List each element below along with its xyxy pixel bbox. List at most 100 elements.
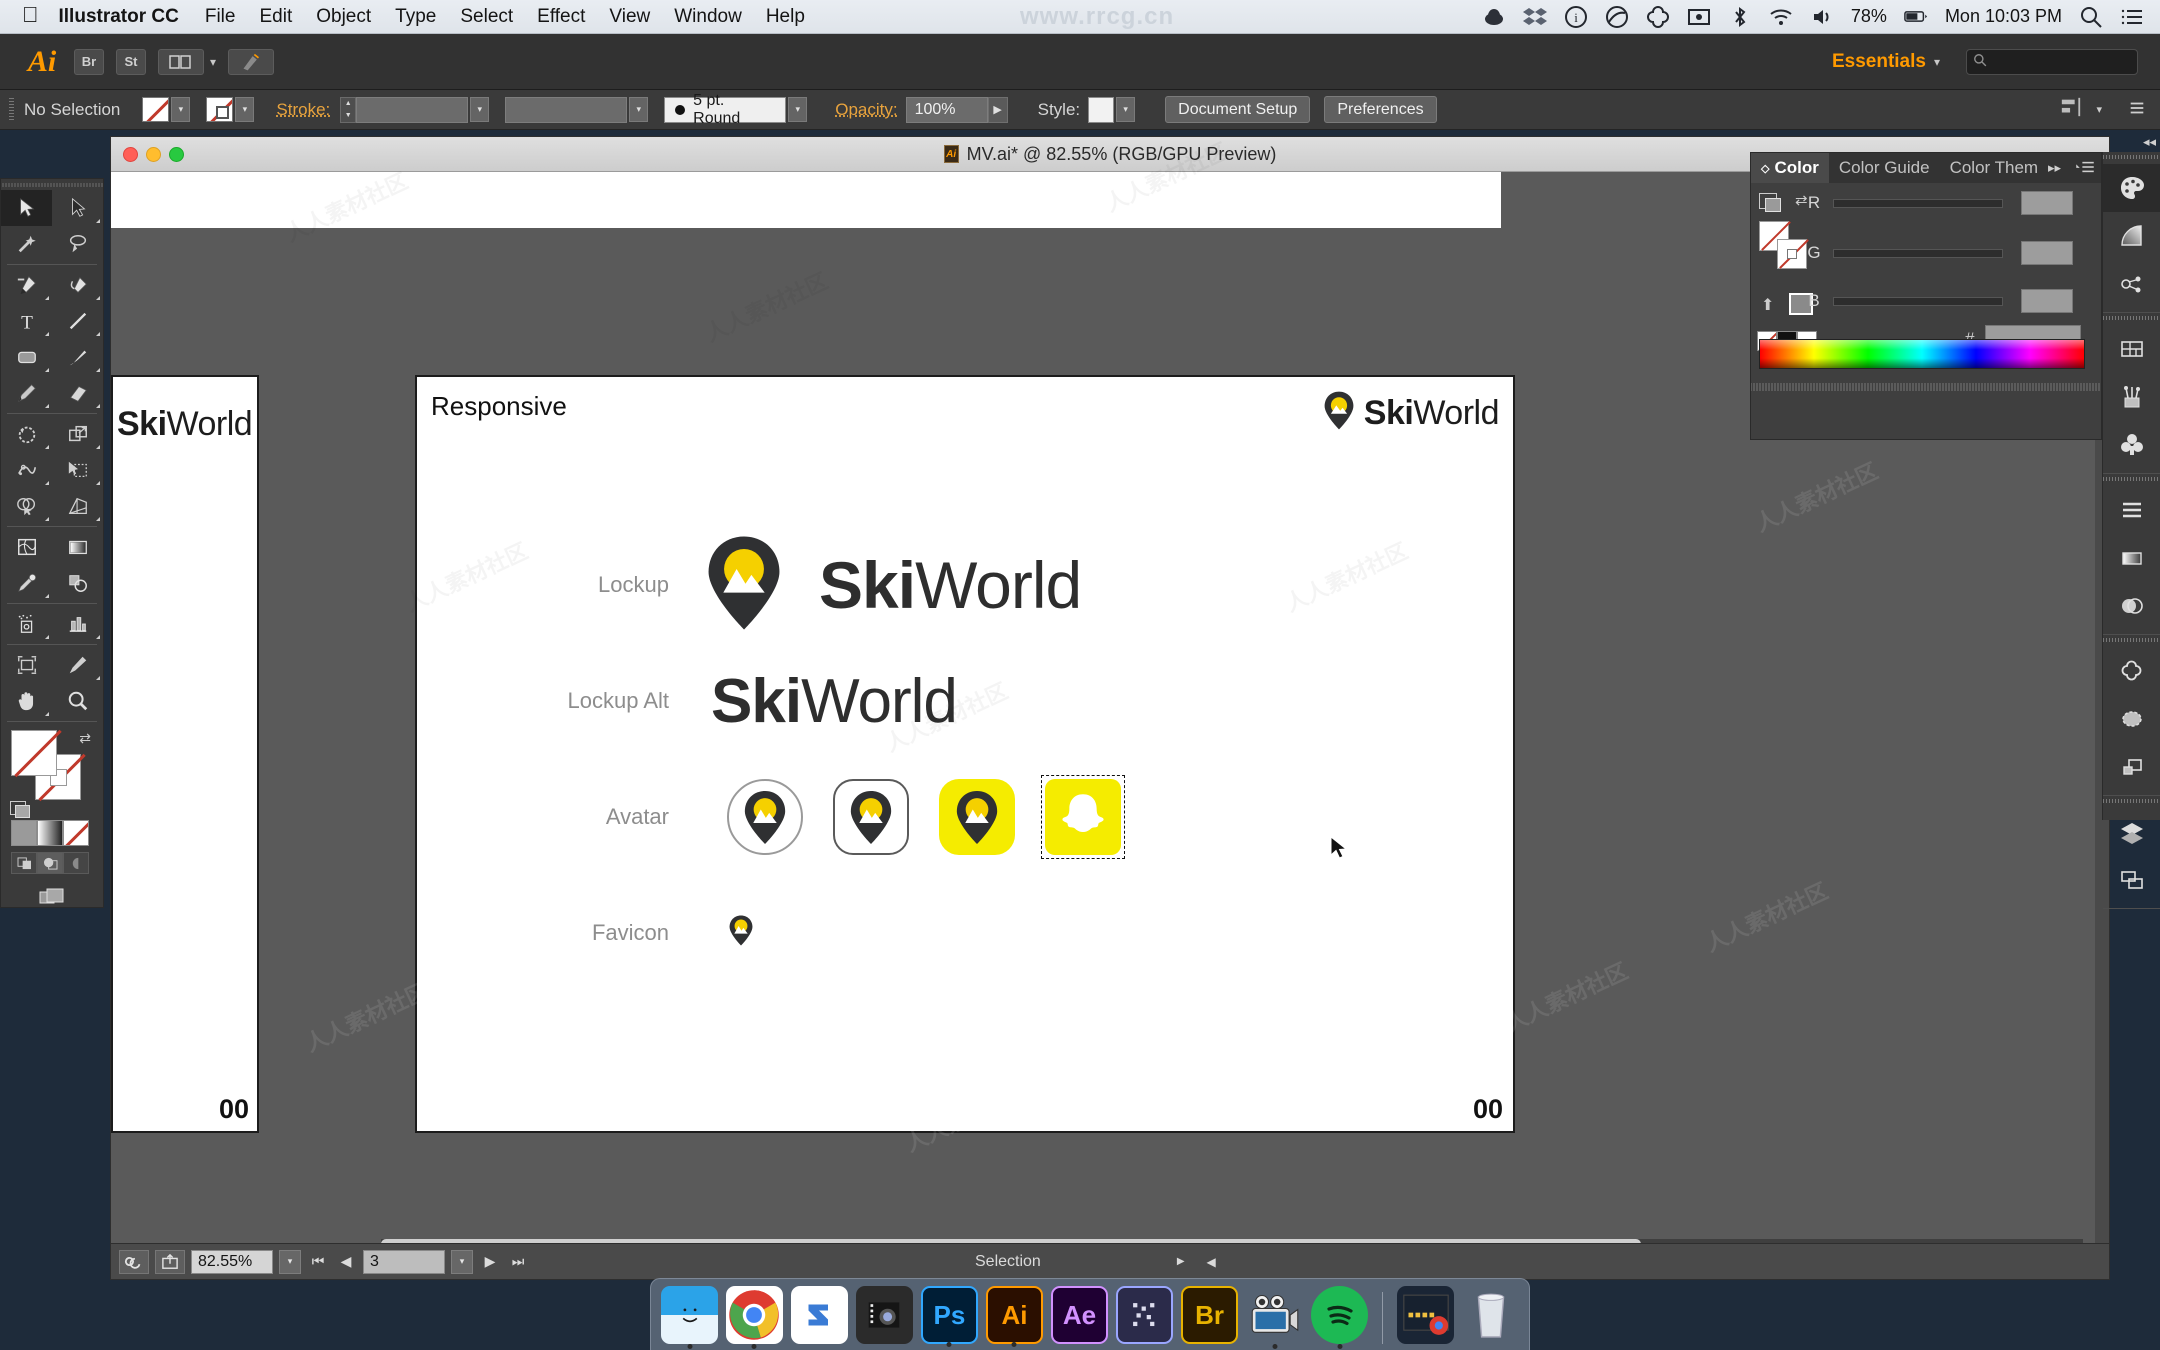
panel-group-grip[interactable]: [2103, 474, 2160, 484]
scroll-left-arrow-icon[interactable]: ◀: [1207, 1255, 1216, 1269]
opacity-label[interactable]: Opacity:: [835, 100, 897, 120]
graphic-style-control[interactable]: ▾: [1088, 96, 1136, 123]
dock-spotify[interactable]: [1311, 1286, 1369, 1349]
stroke-dropdown-caret-icon[interactable]: ▾: [235, 97, 255, 122]
curvature-tool[interactable]: [52, 267, 103, 303]
eyedropper-tool[interactable]: [1, 565, 52, 601]
dock-trash[interactable]: [1462, 1286, 1519, 1344]
adobe-stock-button[interactable]: St: [116, 48, 146, 75]
bluetooth-icon[interactable]: [1728, 5, 1752, 29]
menu-select[interactable]: Select: [448, 6, 525, 28]
favicon-content[interactable]: [729, 915, 753, 951]
go-to-bridge-button[interactable]: Br: [74, 48, 104, 75]
dock-quicktime-player[interactable]: [1246, 1286, 1303, 1349]
next-artboard-button[interactable]: ▶: [479, 1253, 501, 1270]
convert-to-global-icon[interactable]: ⬆: [1761, 295, 1774, 315]
align-panel-icon[interactable]: [2103, 486, 2160, 534]
menu-help[interactable]: Help: [754, 6, 817, 28]
gradient-mode-button[interactable]: [37, 820, 63, 846]
graphic-style-caret-icon[interactable]: ▾: [1116, 97, 1136, 122]
libraries-panel-icon[interactable]: [2103, 647, 2160, 695]
opacity-flyout-icon[interactable]: ▶: [987, 96, 1008, 123]
tab-color[interactable]: ◇ Color: [1751, 153, 1829, 183]
artboard-number-field[interactable]: 3: [363, 1249, 445, 1274]
line-segment-tool[interactable]: [52, 303, 103, 339]
battery-percent[interactable]: 78%: [1851, 6, 1887, 27]
artboards-panel-icon[interactable]: [2103, 325, 2160, 373]
dock-after-effects[interactable]: Ae: [1050, 1286, 1109, 1344]
info-circle-icon[interactable]: i: [1564, 5, 1588, 29]
stroke-profile-field[interactable]: [505, 96, 628, 123]
scale-tool[interactable]: [52, 416, 103, 452]
stroke-panel-icon[interactable]: [2103, 260, 2160, 308]
panel-menu-icon[interactable]: [2128, 99, 2146, 121]
graphic-styles-panel-icon[interactable]: [2103, 743, 2160, 791]
arrange-documents-button[interactable]: [158, 48, 204, 75]
layers-panel-icon[interactable]: [2103, 808, 2160, 856]
apple-icon[interactable]: : [22, 3, 39, 26]
channel-g-slider[interactable]: [1833, 248, 2003, 258]
avatar-rounded-square-outline[interactable]: [833, 779, 909, 855]
gradient-tool[interactable]: [52, 529, 103, 565]
menu-view[interactable]: View: [597, 6, 662, 28]
fill-control[interactable]: ▾: [142, 97, 191, 122]
graphic-style-swatch[interactable]: [1088, 96, 1115, 123]
lockup-content[interactable]: SkiWorld: [707, 535, 1082, 636]
search-icon[interactable]: [2079, 5, 2103, 29]
menu-file[interactable]: File: [193, 6, 248, 28]
menu-effect[interactable]: Effect: [525, 6, 597, 28]
last-artboard-button[interactable]: ⏭: [507, 1253, 529, 1270]
brushes-panel-icon[interactable]: [2103, 373, 2160, 421]
menu-type[interactable]: Type: [383, 6, 448, 28]
default-fill-stroke-icon[interactable]: [10, 801, 30, 818]
share-icon[interactable]: [155, 1249, 185, 1274]
menu-clock[interactable]: Mon 10:03 PM: [1945, 6, 2062, 27]
volume-icon[interactable]: [1810, 5, 1834, 29]
creative-cloud-icon[interactable]: [1646, 5, 1670, 29]
artboard-panel-icon[interactable]: [2103, 856, 2160, 904]
pen-tool[interactable]: [1, 267, 52, 303]
zoom-level-caret-icon[interactable]: ▾: [279, 1249, 301, 1274]
avatar-yellow-rounded-square[interactable]: [939, 779, 1015, 855]
panel-group-grip[interactable]: [2103, 635, 2160, 645]
dock-google-chrome[interactable]: [725, 1286, 783, 1349]
list-icon[interactable]: [2120, 5, 2144, 29]
brush-button[interactable]: [228, 48, 275, 75]
channel-b-value[interactable]: [2021, 289, 2073, 313]
zoom-level-field[interactable]: 82.55%: [191, 1249, 273, 1274]
channel-b-slider[interactable]: [1833, 296, 2003, 306]
brush-definition-caret-icon[interactable]: ▾: [788, 97, 808, 122]
menu-edit[interactable]: Edit: [247, 6, 304, 28]
dock-illustrator[interactable]: Ai: [985, 1286, 1043, 1347]
column-graph-tool[interactable]: [52, 606, 103, 642]
dock-media-tool[interactable]: [1116, 1286, 1174, 1344]
battery-icon[interactable]: [1904, 5, 1928, 29]
symbols-panel-icon[interactable]: [2103, 421, 2160, 469]
channel-g-value[interactable]: [2021, 241, 2073, 265]
avatar-circle-outline[interactable]: [727, 779, 803, 855]
dropbox-icon[interactable]: [1522, 5, 1547, 29]
direct-selection-tool[interactable]: [52, 190, 103, 226]
swap-fill-stroke-icon[interactable]: ⇄: [79, 730, 91, 747]
dock-sketch-like-app[interactable]: [790, 1286, 848, 1344]
eraser-tool[interactable]: [52, 375, 103, 411]
none-mode-button[interactable]: [63, 820, 89, 846]
pencil-tool[interactable]: [1, 375, 52, 411]
shape-builder-tool[interactable]: [1, 488, 52, 524]
menu-object[interactable]: Object: [304, 6, 383, 28]
draw-inside-button[interactable]: [63, 852, 89, 874]
moon-icon[interactable]: [1605, 5, 1629, 29]
lockup-alt-content[interactable]: SkiWorld: [707, 666, 958, 737]
perspective-grid-tool[interactable]: [52, 488, 103, 524]
opacity-control[interactable]: 100% ▶: [905, 96, 1008, 123]
dock-finder[interactable]: [661, 1286, 718, 1349]
tab-color-themes[interactable]: Color Them: [1940, 153, 2049, 183]
avatar-snapcode-ghost[interactable]: [1041, 775, 1125, 859]
lasso-tool[interactable]: [52, 226, 103, 262]
channel-r-value[interactable]: [2021, 191, 2073, 215]
preferences-button[interactable]: Preferences: [1324, 96, 1437, 123]
document-setup-button[interactable]: Document Setup: [1165, 96, 1311, 123]
dock-bridge[interactable]: Br: [1181, 1286, 1239, 1344]
stroke-control[interactable]: ▾: [206, 97, 255, 122]
color-panel-resize-grip[interactable]: [1751, 383, 2101, 391]
